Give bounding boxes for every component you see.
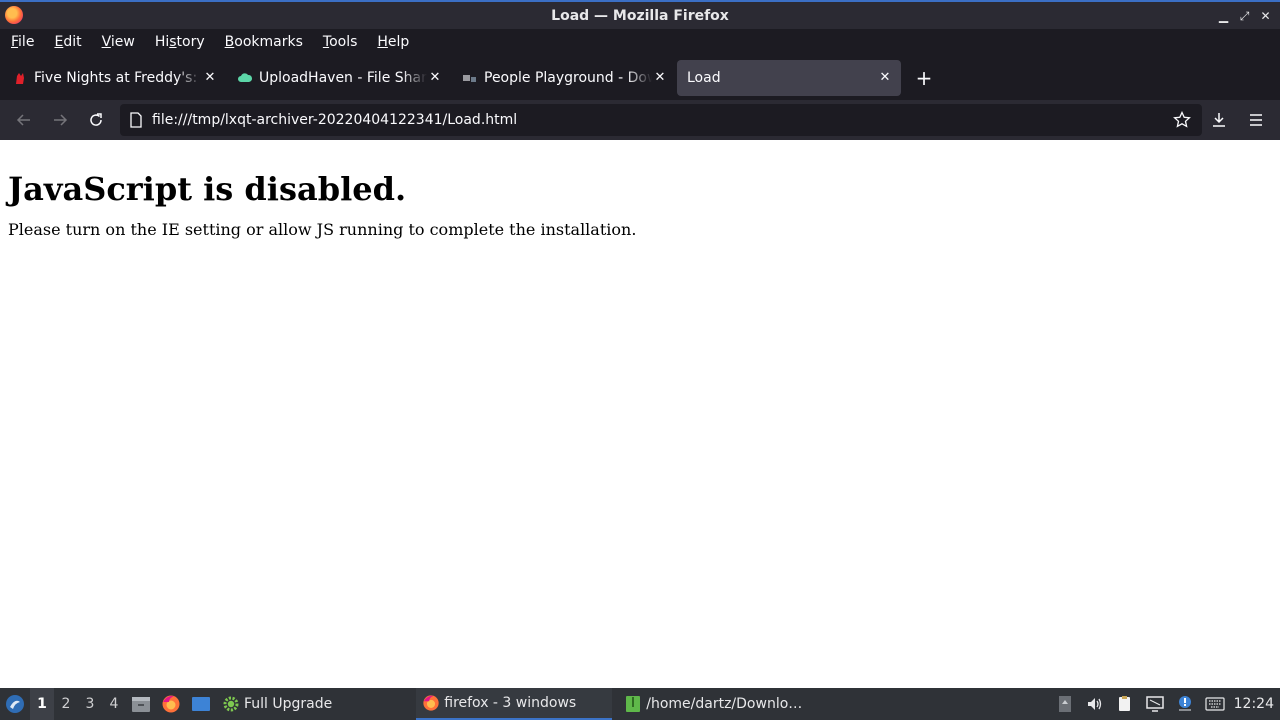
address-bar[interactable] [120, 104, 1202, 136]
menu-edit[interactable]: Edit [44, 34, 91, 50]
menu-help[interactable]: Help [367, 34, 419, 50]
update-notifier-icon[interactable] [1170, 688, 1200, 720]
game-favicon-icon [462, 70, 478, 86]
firefox-app-icon[interactable] [5, 6, 23, 24]
firefox-icon[interactable] [156, 688, 186, 720]
start-menu-icon[interactable] [0, 688, 30, 720]
menu-file[interactable]: File [1, 34, 44, 50]
minimize-icon[interactable]: ▁ [1213, 6, 1234, 26]
task-full-upgrade[interactable]: Full Upgrade [216, 688, 338, 720]
taskbar: 1 2 3 4 Full Upgrade firefox - 3 windows… [0, 688, 1280, 720]
task-label: /home/dartz/Downlo… [646, 696, 803, 712]
forward-icon[interactable] [42, 104, 78, 136]
clock[interactable]: 12:24 [1230, 696, 1280, 712]
eject-icon[interactable] [1050, 688, 1080, 720]
desktop-3[interactable]: 3 [78, 688, 102, 720]
menu-view[interactable]: View [92, 34, 145, 50]
tab-fnaf[interactable]: Five Nights at Freddy's: Security Breach… [2, 60, 226, 96]
gear-icon [222, 695, 240, 713]
downloads-icon[interactable] [1203, 104, 1235, 136]
tab-label: Load [687, 69, 721, 86]
url-input[interactable] [152, 106, 1168, 134]
keyboard-icon[interactable] [1200, 688, 1230, 720]
cloud-favicon-icon [237, 70, 253, 86]
window-title: Load — Mozilla Firefox [551, 7, 729, 24]
bookmark-star-icon[interactable] [1168, 106, 1196, 134]
close-icon[interactable]: ✕ [1255, 6, 1276, 26]
tab-bar: Five Nights at Freddy's: Security Breach… [0, 55, 1280, 100]
tab-people-playground[interactable]: People Playground - Download ✕ [452, 60, 676, 96]
desktop-2[interactable]: 2 [54, 688, 78, 720]
close-tab-icon[interactable]: ✕ [652, 70, 668, 86]
fnaf-favicon-icon [12, 70, 28, 86]
archive-icon [624, 695, 642, 713]
page-heading: JavaScript is disabled. [8, 170, 407, 208]
new-tab-icon[interactable]: + [906, 60, 942, 96]
volume-icon[interactable] [1080, 688, 1110, 720]
desktop-4[interactable]: 4 [102, 688, 126, 720]
hamburger-menu-icon[interactable] [1240, 104, 1272, 136]
desktop-1[interactable]: 1 [30, 688, 54, 720]
page-content: JavaScript is disabled. Please turn on t… [0, 140, 1280, 688]
window-titlebar: Load — Mozilla Firefox ▁ ⤢ ✕ [0, 0, 1280, 29]
menu-bookmarks[interactable]: Bookmarks [215, 34, 313, 50]
back-icon[interactable] [6, 104, 42, 136]
file-manager-icon[interactable] [126, 688, 156, 720]
page-icon [128, 112, 144, 128]
tab-label: People Playground - Download [484, 69, 652, 86]
navigation-toolbar [0, 100, 1280, 140]
task-archiver[interactable]: /home/dartz/Downlo… [618, 688, 808, 720]
reload-icon[interactable] [78, 104, 114, 136]
close-tab-icon[interactable]: ✕ [202, 70, 218, 86]
menu-bar: File Edit View History Bookmarks Tools Help [0, 29, 1280, 55]
tab-uploadhaven[interactable]: UploadHaven - File Sharing ✕ [227, 60, 451, 96]
window-controls: ▁ ⤢ ✕ [1213, 6, 1276, 26]
task-label: Full Upgrade [244, 696, 333, 712]
system-tray: 12:24 [1050, 688, 1280, 720]
tab-label: Five Nights at Freddy's: Security Breach [34, 69, 202, 86]
menu-history[interactable]: History [145, 34, 215, 50]
task-label: firefox - 3 windows [444, 695, 577, 711]
close-tab-icon[interactable]: ✕ [427, 70, 443, 86]
tab-label: UploadHaven - File Sharing [259, 69, 427, 86]
network-icon[interactable] [1140, 688, 1170, 720]
menu-tools[interactable]: Tools [313, 34, 368, 50]
clipboard-icon[interactable] [1110, 688, 1140, 720]
tab-load[interactable]: Load ✕ [677, 59, 901, 96]
maximize-icon[interactable]: ⤢ [1234, 6, 1255, 26]
task-firefox[interactable]: firefox - 3 windows [416, 688, 613, 720]
close-tab-icon[interactable]: ✕ [877, 70, 893, 86]
page-message: Please turn on the IE setting or allow J… [8, 220, 637, 239]
firefox-icon [422, 694, 440, 712]
show-desktop-icon[interactable] [186, 688, 216, 720]
